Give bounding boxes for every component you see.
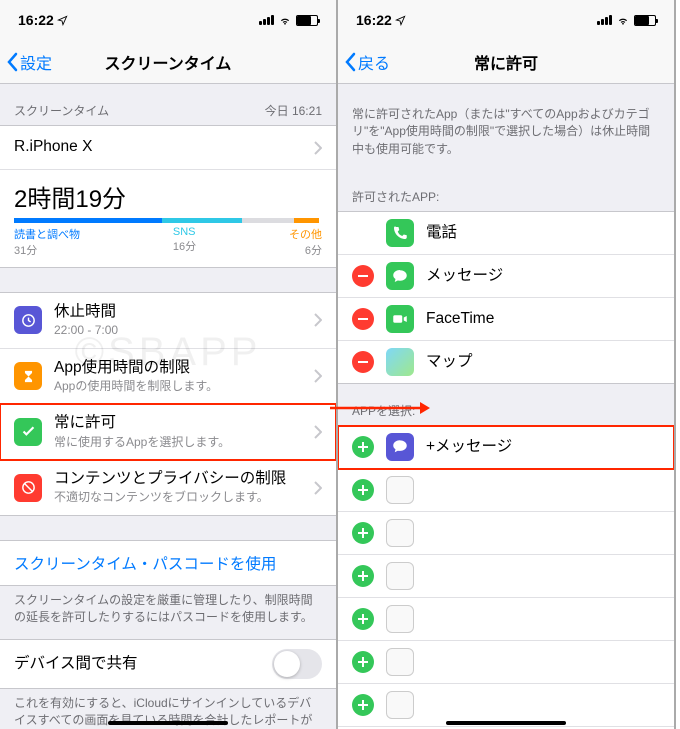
choose-app-3[interactable] [338,555,674,598]
overview-header: スクリーンタイム 今日 16:21 [0,84,336,125]
check-icon [14,418,42,446]
total-time: 2時間19分 [14,179,322,214]
remove-button[interactable] [352,265,374,287]
choose-app-2[interactable] [338,512,674,555]
content-privacy-row[interactable]: コンテンツとプライバシーの制限不適切なコンテンツをブロックします。 [0,460,336,515]
wifi-icon [616,13,630,27]
back-label: 戻る [358,50,390,74]
chevron-right-icon [314,313,322,327]
add-button[interactable] [352,694,374,716]
choose-app-4[interactable] [338,598,674,641]
status-bar: 16:22 [0,0,336,40]
battery-icon [296,15,318,26]
share-row[interactable]: デバイス間で共有 [0,640,336,688]
maps-app-icon [386,348,414,376]
phone-app-icon [386,219,414,247]
usage-summary[interactable]: 2時間19分 読書と調べ物31分 SNS16分 その他6分 [0,170,336,267]
page-title: 常に許可 [474,50,538,74]
overview-timestamp: 今日 16:21 [265,102,322,119]
app-icon [386,562,414,590]
back-label: 設定 [20,50,52,74]
add-button[interactable] [352,608,374,630]
device-row[interactable]: R.iPhone X [0,126,336,170]
app-icon [386,605,414,633]
back-button[interactable]: 設定 [6,50,52,74]
allowed-header: 許可されたAPP: [338,170,674,211]
add-button[interactable] [352,651,374,673]
usage-legend: 読書と調べ物31分 SNS16分 その他6分 [14,226,322,258]
wifi-icon [278,13,292,27]
add-button[interactable] [352,436,374,458]
allowed-phone: 電話 [338,212,674,255]
remove-button[interactable] [352,351,374,373]
add-button[interactable] [352,565,374,587]
downtime-icon [14,306,42,334]
back-button[interactable]: 戻る [344,50,390,74]
annotation-arrow-icon [330,398,430,418]
location-icon [57,15,68,26]
chevron-left-icon [344,52,356,72]
stop-icon [14,474,42,502]
choose-app-5[interactable] [338,641,674,684]
home-indicator[interactable] [108,721,228,725]
choose-app-1[interactable] [338,469,674,512]
nav-bar: 設定 スクリーンタイム [0,40,336,84]
usage-bar [14,218,322,223]
intro-text: 常に許可されたApp（または"すべてのAppおよびカテゴリ"を"App使用時間の… [338,84,674,170]
location-icon [395,15,406,26]
app-limit-row[interactable]: App使用時間の制限Appの使用時間を制限します。 [0,349,336,405]
app-icon [386,691,414,719]
choose-plus-message[interactable]: +メッセージ [338,426,674,469]
cellular-icon [597,15,612,25]
plus-message-app-icon [386,433,414,461]
battery-icon [634,15,656,26]
screen-always-allowed: 16:22 戻る 常に許可 常に許可されたApp（または"すべてのAppおよびカ… [338,0,676,729]
clock: 16:22 [356,12,392,28]
always-allowed-row[interactable]: 常に許可常に使用するAppを選択します。 [0,404,336,460]
chevron-left-icon [6,52,18,72]
clock: 16:22 [18,12,54,28]
chevron-right-icon [314,369,322,383]
passcode-footer: スクリーンタイムの設定を厳重に管理したり、制限時間の延長を許可したりするにはパス… [0,586,336,639]
allowed-maps[interactable]: マップ [338,341,674,383]
downtime-row[interactable]: 休止時間22:00 - 7:00 [0,293,336,349]
app-icon [386,476,414,504]
chevron-right-icon [314,481,322,495]
add-button[interactable] [352,522,374,544]
add-button[interactable] [352,479,374,501]
app-icon [386,648,414,676]
app-icon [386,519,414,547]
allowed-messages[interactable]: メッセージ [338,255,674,298]
allowed-facetime[interactable]: FaceTime [338,298,674,341]
chevron-right-icon [314,425,322,439]
home-indicator[interactable] [446,721,566,725]
hourglass-icon [14,362,42,390]
share-switch[interactable] [272,649,322,679]
remove-button[interactable] [352,308,374,330]
page-title: スクリーンタイム [105,50,232,74]
chevron-right-icon [314,141,322,155]
status-bar: 16:22 [338,0,674,40]
messages-app-icon [386,262,414,290]
facetime-app-icon [386,305,414,333]
cellular-icon [259,15,274,25]
nav-bar: 戻る 常に許可 [338,40,674,84]
passcode-row[interactable]: スクリーンタイム・パスコードを使用 [0,541,336,585]
screen-screentime: 16:22 設定 スクリーンタイム スクリーンタイム 今日 16:21 R.iP… [0,0,338,729]
